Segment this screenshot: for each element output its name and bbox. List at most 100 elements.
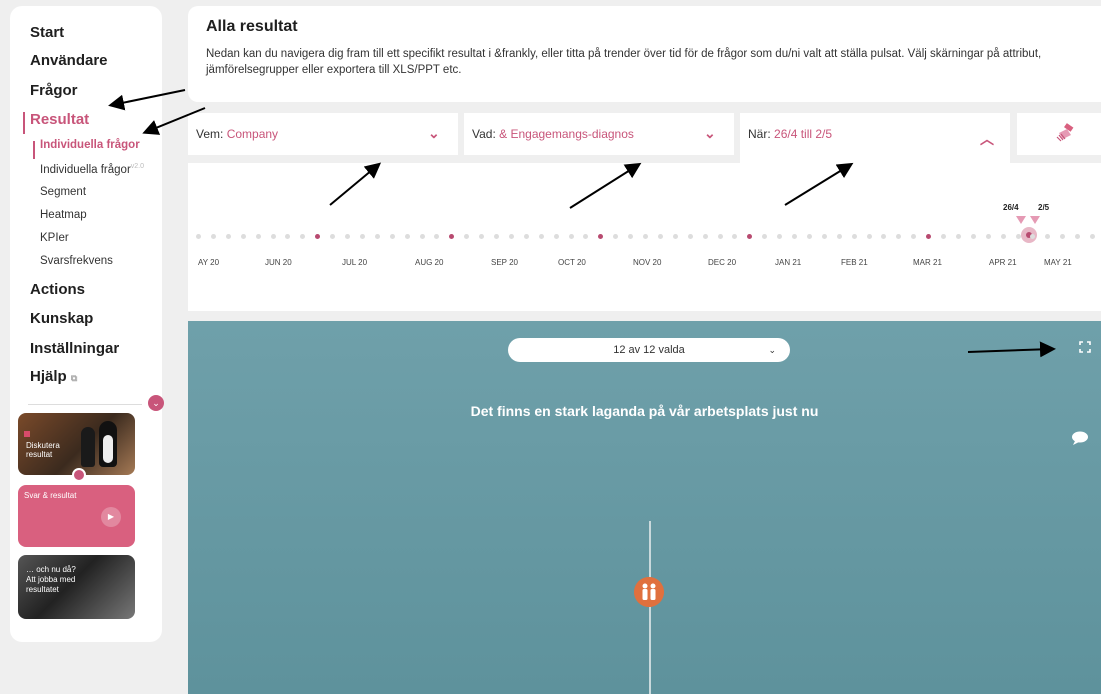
card-answers-results[interactable]: Svar & resultat ▶ <box>18 485 135 547</box>
timeline-dot[interactable] <box>821 234 827 239</box>
timeline-dot[interactable] <box>315 234 321 239</box>
card-discuss-results[interactable]: Diskutera resultat <box>18 413 135 475</box>
timeline-dot[interactable] <box>210 234 216 239</box>
timeline-dot[interactable] <box>762 234 768 239</box>
timeline-dot[interactable] <box>970 234 976 239</box>
expand-icon[interactable] <box>1079 341 1091 353</box>
people-icon[interactable] <box>634 577 664 607</box>
timeline-month-label: MAY 21 <box>1044 258 1072 267</box>
timeline-dot[interactable] <box>523 234 529 239</box>
timeline-month-label: AUG 20 <box>415 258 444 267</box>
nav-start[interactable]: Start <box>30 24 64 41</box>
timeline-dot[interactable] <box>955 234 961 239</box>
timeline-dot[interactable] <box>687 234 693 239</box>
timeline-dot[interactable] <box>672 234 678 239</box>
sidebar: Start Användare Frågor Resultat Individu… <box>10 6 164 642</box>
timeline-dot[interactable] <box>270 234 276 239</box>
nav-help[interactable]: Hjälp ⧉ <box>30 368 77 385</box>
card-work-with-results[interactable]: … och nu då? Att jobba med resultatet <box>18 555 135 619</box>
timeline-dot[interactable] <box>896 234 902 239</box>
timeline-dot[interactable] <box>1015 234 1021 239</box>
nav-settings[interactable]: Inställningar <box>30 340 119 357</box>
timeline-dot[interactable] <box>508 234 514 239</box>
filter-when[interactable]: När: 26/4 till 2/5 ︿ <box>740 113 1010 163</box>
timeline-dot[interactable] <box>985 234 991 239</box>
timeline-dot[interactable] <box>359 234 365 239</box>
play-icon[interactable] <box>72 468 86 482</box>
timeline-dot[interactable] <box>643 234 648 239</box>
range-start-marker[interactable] <box>1016 216 1026 224</box>
timeline-month-label: MAR 21 <box>913 258 942 267</box>
timeline-dot[interactable] <box>479 234 485 239</box>
timeline-dot[interactable] <box>1045 234 1051 239</box>
nav-results[interactable]: Resultat <box>30 111 89 128</box>
timeline-dot[interactable] <box>657 234 663 239</box>
timeline-dot[interactable] <box>628 234 634 239</box>
question-statement: Det finns en stark laganda på vår arbets… <box>470 403 819 419</box>
nav-response-rate[interactable]: Svarsfrekvens <box>40 255 113 267</box>
timeline-dot[interactable] <box>300 234 306 239</box>
timeline-dot[interactable] <box>494 234 499 239</box>
sub-active-indicator <box>33 141 35 159</box>
timeline-dot[interactable] <box>196 234 201 239</box>
filter-what[interactable]: Vad: & Engagemangs-diagnos ⌄ <box>464 113 734 155</box>
timeline-dot[interactable] <box>538 234 544 239</box>
timeline-dot[interactable] <box>702 234 708 239</box>
timeline-dot[interactable] <box>345 234 350 239</box>
timeline-dot[interactable] <box>389 234 395 239</box>
timeline-dot[interactable] <box>374 234 380 239</box>
nav-kpis[interactable]: KPIer <box>40 232 69 244</box>
group-selector[interactable]: 12 av 12 valda ⌄ <box>508 338 790 362</box>
play-icon[interactable]: ▶ <box>101 507 121 527</box>
timeline-dot[interactable] <box>1090 234 1095 239</box>
timeline-dot[interactable] <box>866 234 872 239</box>
timeline-dot[interactable] <box>225 234 231 239</box>
timeline-dot[interactable] <box>717 234 723 239</box>
timeline-dot[interactable] <box>583 234 589 239</box>
comment-icon[interactable] <box>1071 431 1089 445</box>
timeline-month-label: DEC 20 <box>708 258 737 267</box>
timeline-dot[interactable] <box>464 234 470 239</box>
timeline-month-label: APR 21 <box>989 258 1017 267</box>
timeline-dot[interactable] <box>1000 234 1006 239</box>
nav-segment[interactable]: Segment <box>40 186 86 198</box>
timeline[interactable]: 26/4 2/5 AY 20 JUN 20 JUL 20 AUG 20 SEP 20 OC… <box>188 163 1101 311</box>
nav-knowledge[interactable]: Kunskap <box>30 310 93 327</box>
timeline-dot[interactable] <box>613 234 619 239</box>
timeline-dot[interactable] <box>285 234 291 239</box>
nav-individual-questions[interactable]: Individuella frågor <box>40 139 140 151</box>
range-end-marker[interactable] <box>1030 216 1040 224</box>
nav-questions[interactable]: Frågor <box>30 82 78 99</box>
timeline-dot[interactable] <box>836 234 842 239</box>
timeline-dot[interactable] <box>449 234 455 239</box>
filter-who[interactable]: Vem: Company ⌄ <box>188 113 458 155</box>
nav-individual-questions-v2[interactable]: Individuella frågorv2.0 <box>40 163 144 176</box>
timeline-dot[interactable] <box>1060 234 1066 239</box>
timeline-dot[interactable] <box>240 234 246 239</box>
timeline-dot[interactable] <box>777 234 783 239</box>
timeline-dot[interactable] <box>419 234 425 239</box>
timeline-dot[interactable] <box>1075 234 1081 239</box>
collapse-button[interactable]: ⌄ <box>148 395 164 411</box>
timeline-dot[interactable] <box>806 234 812 239</box>
timeline-dot[interactable] <box>732 234 738 239</box>
nav-heatmap[interactable]: Heatmap <box>40 209 87 221</box>
timeline-dot[interactable] <box>926 234 932 239</box>
clear-filters-button[interactable] <box>1017 113 1101 155</box>
timeline-dot[interactable] <box>553 234 559 239</box>
timeline-dot[interactable] <box>792 234 797 239</box>
timeline-dot[interactable] <box>911 234 917 239</box>
timeline-dot[interactable] <box>434 234 440 239</box>
timeline-dot[interactable] <box>404 234 410 239</box>
timeline-dot[interactable] <box>881 234 887 239</box>
timeline-dot[interactable] <box>851 234 857 239</box>
timeline-dot[interactable] <box>568 234 574 239</box>
nav-users[interactable]: Användare <box>30 52 108 69</box>
timeline-dot[interactable] <box>255 234 261 239</box>
timeline-dot[interactable] <box>941 234 946 239</box>
timeline-dot[interactable] <box>747 234 753 239</box>
timeline-dot[interactable] <box>330 234 336 239</box>
timeline-dot[interactable] <box>598 234 604 239</box>
page-description: Nedan kan du navigera dig fram till ett … <box>206 48 1042 76</box>
nav-actions[interactable]: Actions <box>30 281 85 298</box>
